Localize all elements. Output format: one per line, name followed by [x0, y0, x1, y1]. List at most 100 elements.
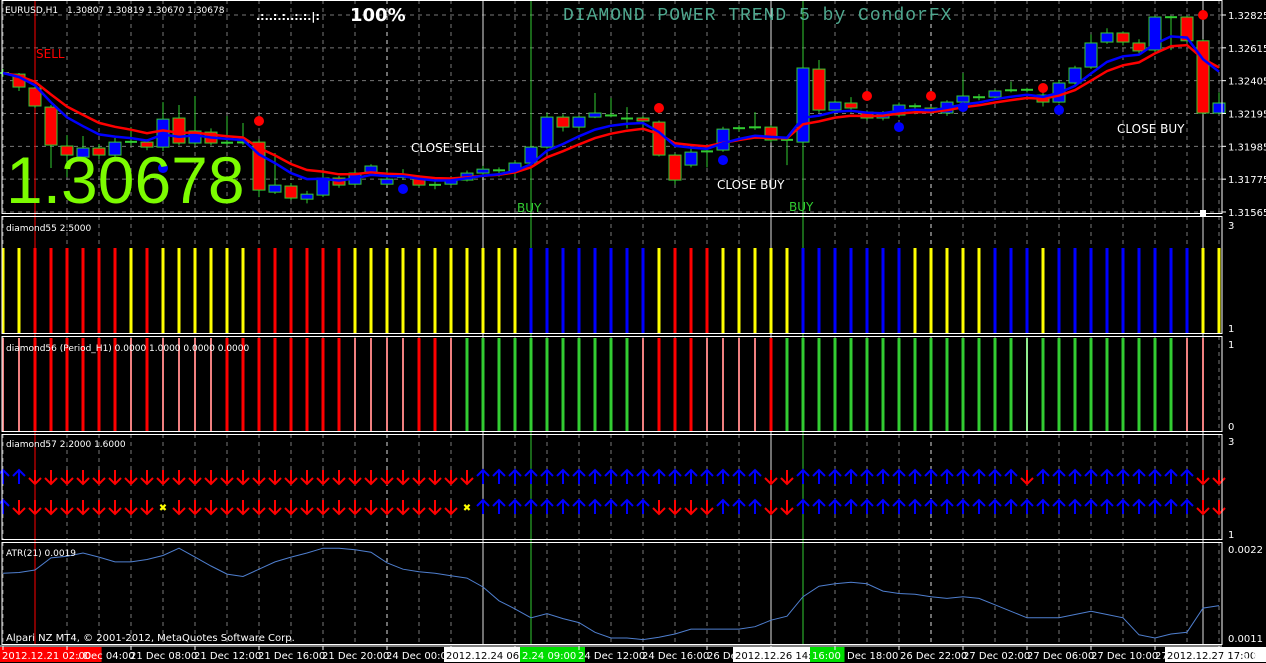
arrow-down-icon — [92, 500, 106, 516]
arrow-down-icon — [444, 470, 458, 486]
diamond55-bar — [337, 248, 341, 334]
candle-bull — [268, 184, 282, 193]
arrow-down-icon — [140, 500, 154, 516]
arrow-up-icon — [636, 498, 650, 514]
candle-bull — [716, 128, 730, 151]
diamond55-bar — [289, 248, 293, 334]
diamond56-bar — [673, 338, 677, 431]
diamond56-bar — [561, 338, 565, 431]
time-axis-label: 27 Dec 10:00 — [1091, 651, 1158, 662]
diamond56-bar — [577, 338, 581, 431]
time-axis-label: 16:00 — [812, 651, 841, 662]
arrow-down-icon — [268, 500, 282, 516]
arrow-down-icon — [236, 500, 250, 516]
arrow-up-icon — [732, 498, 746, 514]
arrow-up-icon — [1116, 468, 1130, 484]
red-signal-dot — [654, 103, 664, 114]
arrow-down-icon — [172, 470, 186, 486]
arrow-up-icon — [0, 498, 10, 514]
diamond56-bar — [1089, 338, 1093, 431]
diamond55-bar — [1121, 248, 1125, 334]
diamond55-bar — [673, 248, 677, 334]
diamond56-bar — [738, 338, 740, 431]
arrow-down-icon — [316, 500, 330, 516]
diamond55-bar — [209, 248, 213, 334]
time-axis-label: 21 Dec 12:00 — [194, 651, 261, 662]
arrow-down-icon — [444, 500, 458, 516]
arrow-down-icon — [764, 470, 778, 486]
arrow-down-icon — [60, 500, 74, 516]
diamond56-bar — [257, 338, 261, 431]
arrow-down-icon — [204, 470, 218, 486]
arrow-down-icon — [332, 470, 346, 486]
arrow-down-icon — [108, 470, 122, 486]
diamond56-bar — [402, 338, 404, 431]
indicator-axis-label: 0 — [1228, 422, 1234, 433]
arrow-up-icon — [508, 468, 522, 484]
diamond55-bar — [817, 248, 821, 334]
arrow-down-icon — [1212, 470, 1226, 486]
diamond56-bar — [706, 338, 708, 431]
diamond56-bar — [945, 338, 949, 431]
candle-bull — [1100, 32, 1114, 43]
arrow-up-icon — [812, 498, 826, 514]
arrow-down-icon — [412, 470, 426, 486]
arrow-up-icon — [1004, 468, 1018, 484]
candle-bull — [476, 168, 490, 174]
diamond56-bar — [801, 338, 805, 431]
candle-bull — [540, 116, 554, 148]
diamond56-bar — [1026, 338, 1028, 431]
candle-bear — [556, 116, 570, 128]
arrow-up-icon — [1164, 468, 1178, 484]
arrow-up-icon — [1100, 498, 1114, 514]
arrow-down-icon — [700, 500, 714, 516]
diamond55-bar — [977, 248, 981, 334]
diamond55-bar — [785, 248, 789, 334]
candle-bear — [812, 68, 826, 111]
yellow-cross-icon: ✖ — [463, 503, 471, 514]
arrow-up-icon — [604, 468, 618, 484]
diamond56-bar — [1121, 338, 1125, 431]
diamond55-bar — [625, 248, 629, 334]
arrow-up-icon — [668, 468, 682, 484]
diamond55-bar — [273, 248, 277, 334]
copyright: Alpari NZ MT4, © 2001-2012, MetaQuotes S… — [6, 633, 295, 644]
arrow-up-icon — [860, 498, 874, 514]
diamond55-bar — [65, 248, 69, 334]
arrow-up-icon — [1052, 468, 1066, 484]
arrow-up-icon — [476, 498, 490, 514]
diamond55-bar — [241, 248, 245, 334]
arrow-up-icon — [636, 468, 650, 484]
diamond56-bar — [417, 338, 421, 431]
candle-bull — [1068, 67, 1082, 84]
arrow-down-icon — [412, 500, 426, 516]
last-price-big: 1.30678 — [6, 143, 245, 217]
diamond56-bar — [913, 338, 917, 431]
diamond55-bar — [529, 248, 533, 334]
arrow-down-icon — [652, 500, 666, 516]
arrow-down-icon — [204, 500, 218, 516]
arrow-up-icon — [1068, 468, 1082, 484]
arrow-up-icon — [652, 468, 666, 484]
mt4-chart-window[interactable]: ✖ ✖ 1.328251.326151.324051.321951.319851.… — [0, 0, 1266, 663]
diamond55-bar — [865, 248, 869, 334]
arrow-down-icon — [764, 500, 778, 516]
arrow-up-icon — [828, 468, 842, 484]
diamond56-bar — [849, 338, 853, 431]
arrow-down-icon — [12, 500, 26, 516]
arrow-up-icon — [604, 498, 618, 514]
diamond56-bar — [785, 338, 789, 431]
diamond56-bar — [689, 338, 693, 431]
diamond55-bar — [497, 248, 501, 334]
arrow-up-icon — [1068, 498, 1082, 514]
arrow-up-icon — [1132, 498, 1146, 514]
price-axis-label: 1.31985 — [1228, 142, 1266, 153]
diamond55-bar — [1217, 248, 1221, 334]
diamond56-bar — [370, 338, 372, 431]
candle-bear — [172, 117, 186, 144]
arrow-up-icon — [476, 468, 490, 484]
arrow-up-icon — [1180, 468, 1194, 484]
arrow-up-icon — [1020, 498, 1034, 514]
indicator-axis-label: 1 — [1228, 324, 1234, 335]
time-axis-label: 26 De — [707, 651, 737, 662]
